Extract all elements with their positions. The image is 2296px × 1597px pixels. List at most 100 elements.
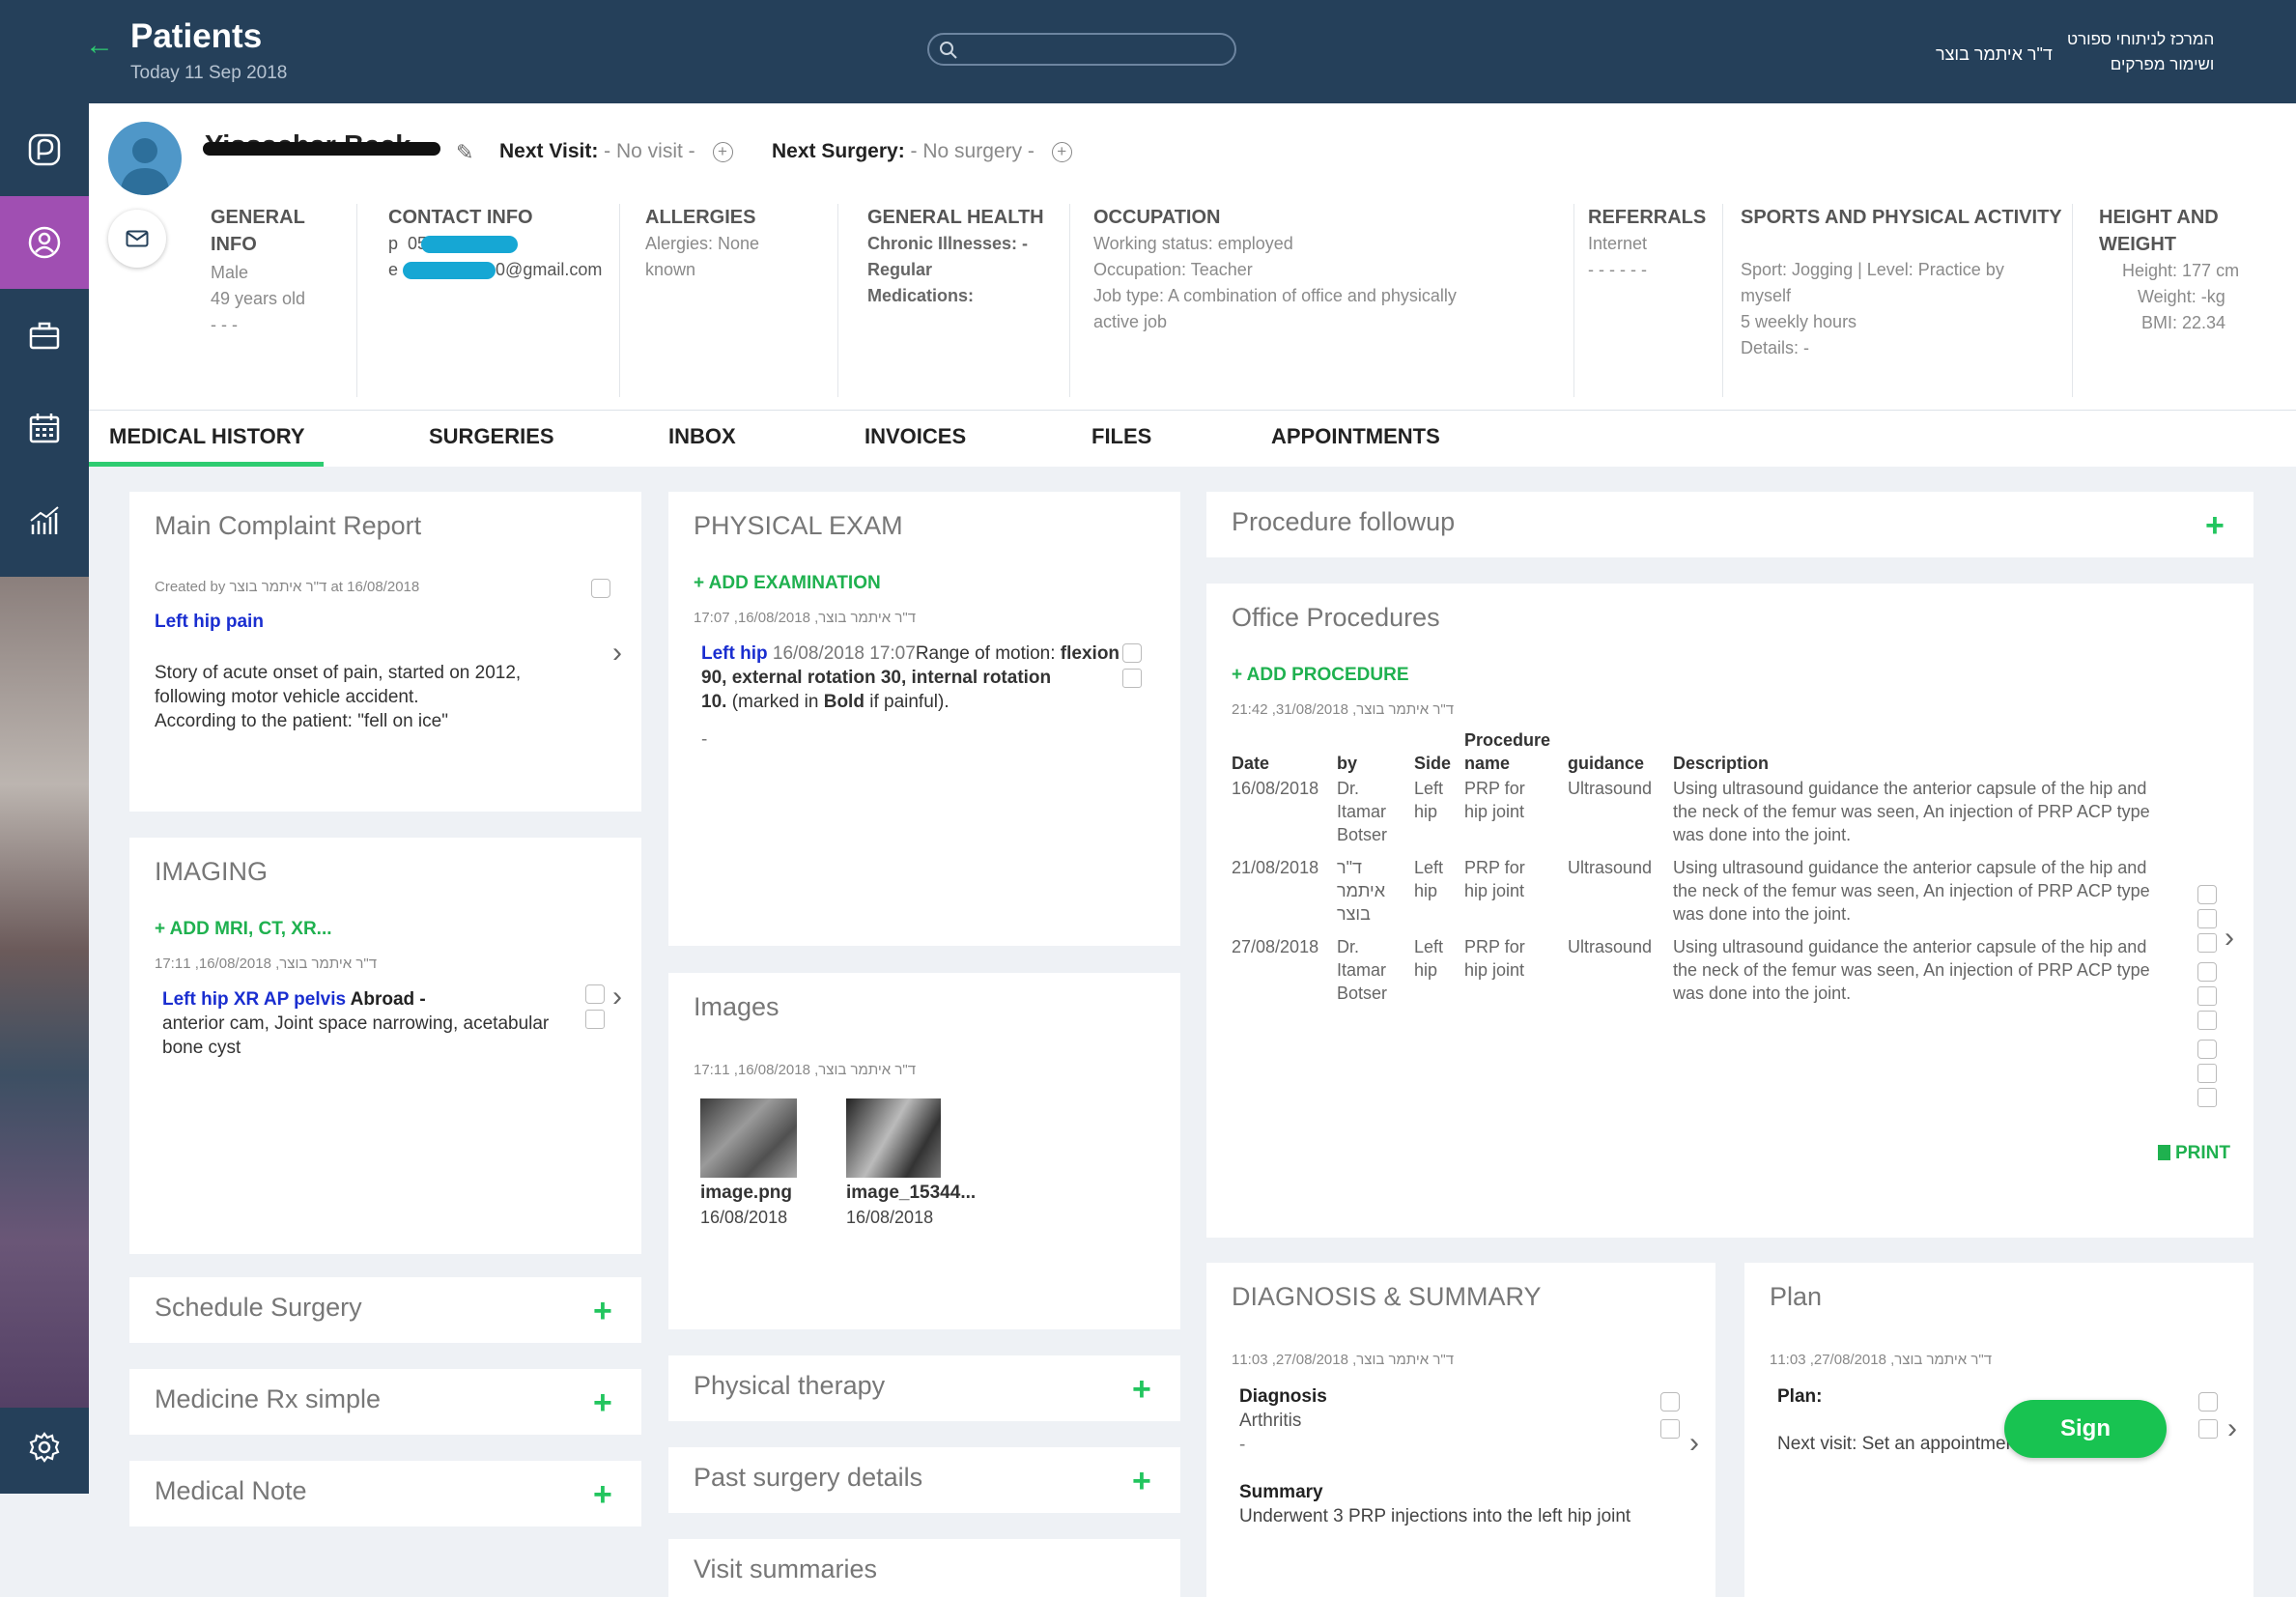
edit-icon[interactable] [2197,1040,2217,1059]
diagnosis-meta: 11:03 ,27/08/2018 ,ד"ר איתמר בוצר [1232,1352,1455,1368]
top-bar: ← Patients Today 11 Sep 2018 ד"ר איתמר ב… [0,0,2296,103]
imaging-item-source: Abroad - [346,989,426,1010]
search-input[interactable] [927,33,1236,66]
imaging-meta: 17:11 ,16/08/2018 ,ד"ר איתמר בוצר [155,955,378,972]
sidebar-item-cases[interactable] [0,289,89,382]
sidebar-item-patients[interactable] [0,196,89,289]
pencil-icon[interactable]: ✎ [456,140,473,165]
name-line: hip joint [1464,881,1525,900]
referral-dash: - - - - - - [1588,260,1647,279]
past-surgery-card[interactable]: Past surgery details + [668,1447,1180,1513]
schedule-surgery-card[interactable]: Schedule Surgery + [129,1277,641,1343]
add-examination-button[interactable]: + ADD EXAMINATION [694,573,881,594]
sign-button[interactable]: Sign [2004,1400,2167,1458]
xray-thumbnail-1[interactable] [700,1098,797,1178]
exam-item-link[interactable]: Left hip [701,643,768,664]
next-surgery: Next Surgery: - No surgery - + [772,140,1072,163]
add-icon[interactable]: + [1132,1465,1151,1497]
edit-icon[interactable] [2198,1392,2218,1412]
tab-appointments[interactable]: APPOINTMENTS [1271,424,1440,449]
height-weight-heading-2: WEIGHT [2099,234,2176,255]
plan-meta: 11:03 ,27/08/2018 ,ד"ר איתמר בוצר [1770,1352,1993,1368]
xray-thumbnail-2[interactable] [846,1098,941,1178]
image-name-2[interactable]: image_15344... [846,1183,976,1204]
add-procedure-button[interactable]: + ADD PROCEDURE [1232,665,1409,686]
occupation-heading: OCCUPATION [1093,207,1221,228]
trash-icon[interactable] [585,1010,605,1029]
add-icon[interactable]: + [593,1295,612,1327]
card-title: Schedule Surgery [155,1293,362,1322]
table-row[interactable]: 16/08/2018 Dr. Itamar Botser Left hip PRP f… [1232,777,2195,856]
complaint-line-3: According to the patient: "fell on ice" [155,711,448,731]
add-visit-icon[interactable]: + [712,141,733,162]
exam-dash: - [701,729,708,750]
edit-icon[interactable] [1660,1392,1680,1412]
medical-note-card[interactable]: Medical Note + [129,1461,641,1526]
physical-therapy-card[interactable]: Physical therapy + [668,1355,1180,1421]
sidebar-item-calendar[interactable] [0,382,89,474]
background-photo [0,577,89,1408]
add-icon[interactable]: + [2205,509,2225,542]
edit-icon[interactable] [2197,885,2217,904]
chevron-right-icon[interactable]: › [612,637,622,670]
desc-line: Using ultrasound guidance the anterior c… [1673,937,2147,956]
sidebar [0,103,89,1494]
table-row[interactable]: 21/08/2018 ד"ר איתמר בוצר Left hip PRP for h… [1232,856,2195,935]
save-icon[interactable] [2197,1064,2217,1083]
edit-icon[interactable] [591,579,610,598]
email-button[interactable] [108,210,166,268]
occupation-value: Occupation: Teacher [1093,260,1253,279]
meta-date: at 16/08/2018 [330,579,420,595]
desc-line: the neck of the femur was seen, An injec… [1673,802,2150,821]
complaint-headline[interactable]: Left hip pain [155,612,264,633]
phone-redaction [421,236,519,254]
edit-icon[interactable] [2197,962,2217,982]
sidebar-item-home[interactable] [0,103,89,196]
trash-icon[interactable] [2197,933,2217,953]
cell-name: PRP for hip joint [1464,935,1568,1014]
trash-icon[interactable] [2197,1011,2217,1030]
chevron-right-icon[interactable]: › [1689,1427,1699,1460]
chevron-right-icon[interactable]: › [2227,1412,2237,1445]
col-by: by [1337,754,1358,773]
tab-surgeries[interactable]: SURGERIES [429,424,554,449]
side-line: hip [1414,960,1438,980]
doctor-name[interactable]: ד"ר איתמר בוצר [1936,44,2053,65]
imaging-item-link[interactable]: Left hip XR AP pelvis [162,989,346,1010]
trash-icon[interactable] [2198,1419,2218,1439]
meta-created-by: Created by [155,579,226,595]
exam-rom-label: Range of motion: [915,643,1061,664]
procedure-followup-card[interactable]: Procedure followup + [1206,492,2253,557]
trash-icon[interactable] [2197,1088,2217,1107]
save-icon[interactable] [2197,986,2217,1006]
chevron-right-icon[interactable]: › [2225,922,2234,955]
add-surgery-icon[interactable]: + [1051,141,1072,162]
sidebar-item-settings[interactable] [0,1401,89,1494]
briefcase-icon [29,322,60,350]
by-line: Itamar [1337,960,1387,980]
table-row[interactable]: 27/08/2018 Dr. Itamar Botser Left hip PRP f… [1232,935,2195,1014]
visit-summaries-card[interactable]: Visit summaries [668,1539,1180,1597]
add-icon[interactable]: + [1132,1373,1151,1406]
add-icon[interactable]: + [593,1478,612,1511]
chevron-right-icon[interactable]: › [612,981,622,1013]
tab-invoices[interactable]: INVOICES [865,424,966,449]
back-arrow-icon[interactable]: ← [85,29,114,62]
trash-icon[interactable] [1122,669,1142,688]
image-name-1[interactable]: image.png [700,1183,792,1204]
print-button[interactable]: PRINT [2158,1143,2230,1164]
side-line: Left [1414,937,1444,956]
tab-inbox[interactable]: INBOX [668,424,736,449]
add-imaging-button[interactable]: + ADD MRI, CT, XR... [155,919,332,940]
edit-icon[interactable] [585,984,605,1004]
desc-line: the neck of the femur was seen, An injec… [1673,960,2150,980]
save-icon[interactable] [2197,909,2217,928]
email-value[interactable]: 0@gmail.com [496,260,602,279]
trash-icon[interactable] [1660,1419,1680,1439]
add-icon[interactable]: + [593,1386,612,1419]
edit-icon[interactable] [1122,643,1142,663]
tab-medical-history[interactable]: MEDICAL HISTORY [109,424,305,449]
sidebar-item-reports[interactable] [0,474,89,567]
medicine-rx-card[interactable]: Medicine Rx simple + [129,1369,641,1435]
tab-files[interactable]: FILES [1091,424,1151,449]
